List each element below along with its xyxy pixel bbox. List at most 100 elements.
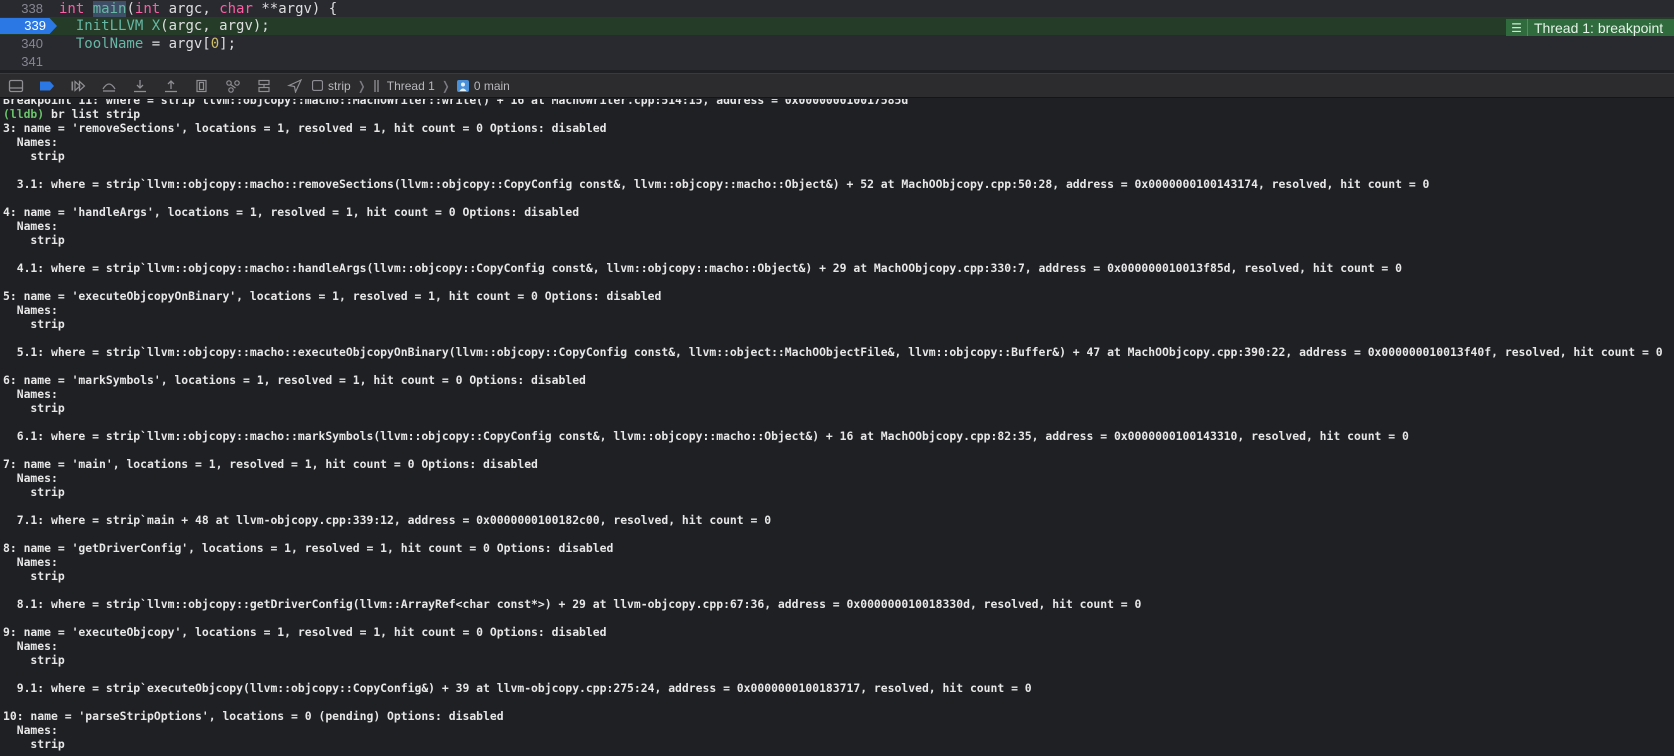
step-over-button[interactable] bbox=[93, 74, 124, 97]
continue-icon bbox=[70, 79, 86, 93]
step-out-icon bbox=[163, 79, 179, 93]
console-line: 5: name = 'executeObjcopyOnBinary', loca… bbox=[3, 289, 662, 303]
console-line: 4: name = 'handleArgs', locations = 1, r… bbox=[3, 205, 580, 219]
thread-icon bbox=[373, 79, 382, 92]
console-line: strip bbox=[3, 485, 65, 499]
memory-graph-button[interactable] bbox=[217, 74, 248, 97]
code-line-340[interactable]: 340 ToolName = argv[0]; bbox=[0, 35, 1674, 53]
debug-bar-buttons bbox=[0, 74, 310, 97]
breadcrumb-label: 0 main bbox=[473, 78, 510, 93]
hide-debug-area-button[interactable] bbox=[0, 74, 31, 97]
console-line: 9.1: where = strip`executeObjcopy(llvm::… bbox=[3, 681, 1032, 695]
code-token: ]; bbox=[219, 36, 237, 52]
code-token: int bbox=[134, 1, 161, 17]
console-line: (lldb) br list strip bbox=[3, 107, 1671, 121]
thread-breakpoint-badge[interactable]: ☰ Thread 1: breakpoint bbox=[1506, 19, 1674, 36]
console-line: 7: name = 'main', locations = 1, resolve… bbox=[3, 457, 538, 471]
console-output: Breakpoint 11: where = strip`llvm::objco… bbox=[3, 99, 1671, 751]
breadcrumb-item[interactable]: strip bbox=[312, 79, 351, 93]
console-line: Names: bbox=[3, 387, 58, 401]
code-line-341[interactable]: 341 bbox=[0, 53, 1674, 70]
breadcrumb-item[interactable]: Thread 1 bbox=[373, 79, 435, 93]
breadcrumb-item[interactable]: 0 main bbox=[456, 78, 510, 93]
code-line-338[interactable]: 338 int main(int argc, char **argv) { bbox=[0, 0, 1674, 18]
code-text: ToolName = argv[0]; bbox=[59, 35, 236, 53]
console-line: 6: name = 'markSymbols', locations = 1, … bbox=[3, 373, 586, 387]
breadcrumb-label: strip bbox=[328, 78, 351, 93]
debug-bar: strip ❭ Thread 1 ❭ 0 main bbox=[0, 73, 1674, 98]
breadcrumb-label: Thread 1 bbox=[386, 78, 435, 93]
step-into-button[interactable] bbox=[124, 74, 155, 97]
console-line: 6.1: where = strip`llvm::objcopy::macho:… bbox=[3, 429, 1409, 443]
step-over-icon bbox=[101, 79, 117, 93]
line-number: 341 bbox=[21, 54, 43, 69]
view-hierarchy-button[interactable] bbox=[186, 74, 217, 97]
chevron-right-icon: ❭ bbox=[356, 78, 367, 93]
view-hierarchy-icon bbox=[194, 79, 210, 93]
line-number: 338 bbox=[21, 1, 43, 16]
console-line: 8: name = 'getDriverConfig', locations =… bbox=[3, 541, 614, 555]
chevron-right-icon: ❭ bbox=[440, 78, 451, 93]
toggle-breakpoints-button[interactable] bbox=[31, 74, 62, 97]
console-line: Names: bbox=[3, 639, 58, 653]
continue-button[interactable] bbox=[62, 74, 93, 97]
code-line-339[interactable]: 339 InitLLVM X(argc, argv); bbox=[0, 17, 1674, 35]
console-line: Names: bbox=[3, 471, 58, 485]
lines-icon: ☰ bbox=[1506, 19, 1528, 36]
lldb-prompt: (lldb) bbox=[3, 107, 45, 121]
console-line: 3.1: where = strip`llvm::objcopy::macho:… bbox=[3, 177, 1430, 191]
code-token: = argv[ bbox=[143, 36, 211, 52]
panel-icon bbox=[8, 79, 24, 93]
line-number: 340 bbox=[21, 36, 43, 51]
debug-breadcrumb: strip ❭ Thread 1 ❭ 0 main bbox=[312, 79, 510, 93]
console-line: strip bbox=[3, 317, 65, 331]
console-line: strip bbox=[3, 233, 65, 247]
code-token: char bbox=[219, 1, 253, 17]
code-token: ( bbox=[126, 1, 135, 17]
console-line: Names: bbox=[3, 723, 58, 737]
lldb-console[interactable]: Breakpoint 11: where = strip`llvm::objco… bbox=[0, 99, 1674, 756]
console-line: Names: bbox=[3, 135, 58, 149]
environment-icon bbox=[256, 79, 272, 93]
console-line: strip bbox=[3, 653, 65, 667]
console-line: Names: bbox=[3, 219, 58, 233]
code-text: InitLLVM X(argc, argv); bbox=[59, 17, 270, 35]
console-line: strip bbox=[3, 401, 65, 415]
console-line: 10: name = 'parseStripOptions', location… bbox=[3, 709, 504, 723]
code-text: int main(int argc, char **argv) { bbox=[59, 0, 337, 18]
console-line: strip bbox=[3, 569, 65, 583]
code-token: argc, bbox=[160, 1, 220, 17]
app-icon bbox=[312, 80, 323, 91]
code-token: **argv) { bbox=[252, 1, 338, 17]
frame-icon bbox=[456, 79, 469, 92]
code-token: ToolName bbox=[59, 36, 144, 52]
simulate-location-button[interactable] bbox=[279, 74, 310, 97]
code-token: X bbox=[151, 18, 161, 34]
location-icon bbox=[286, 78, 303, 93]
source-editor[interactable]: 338 int main(int argc, char **argv) {339 … bbox=[0, 0, 1674, 70]
console-line: Breakpoint 11: where = strip`llvm::objco… bbox=[3, 99, 909, 107]
console-line: Names: bbox=[3, 303, 58, 317]
console-command: br list strip bbox=[44, 107, 141, 121]
console-line: 3: name = 'removeSections', locations = … bbox=[3, 121, 607, 135]
step-out-button[interactable] bbox=[155, 74, 186, 97]
code-token: 0 bbox=[210, 36, 220, 52]
environment-overrides-button[interactable] bbox=[248, 74, 279, 97]
console-line: 8.1: where = strip`llvm::objcopy::getDri… bbox=[3, 597, 1142, 611]
thread-badge-text: Thread 1: breakpoint bbox=[1534, 19, 1664, 36]
console-line: 9: name = 'executeObjcopy', locations = … bbox=[3, 625, 607, 639]
console-line: 5.1: where = strip`llvm::objcopy::macho:… bbox=[3, 345, 1663, 359]
